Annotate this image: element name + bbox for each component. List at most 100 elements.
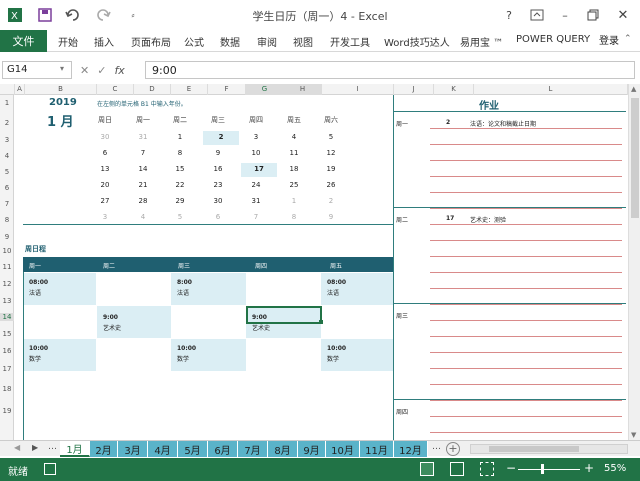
schedule-cell[interactable]: 10:00 数学	[23, 339, 96, 371]
row-header[interactable]: 13	[0, 297, 14, 305]
calendar-day[interactable]: 1	[279, 195, 309, 209]
column-header[interactable]: L	[474, 84, 628, 95]
calendar-day[interactable]: 11	[279, 147, 309, 161]
tab-more-icon[interactable]: …	[432, 442, 441, 452]
vertical-scrollbar[interactable]: ▲ ▼	[628, 84, 640, 440]
row-header[interactable]: 5	[0, 168, 14, 176]
page-break-view-icon[interactable]	[480, 462, 494, 476]
calendar-day[interactable]: 28	[128, 195, 158, 209]
page-layout-view-icon[interactable]	[450, 462, 464, 476]
sheet-tab-jul[interactable]: 7月	[238, 441, 268, 457]
close-icon[interactable]: ✕	[614, 6, 632, 24]
calendar-day[interactable]: 2	[203, 131, 239, 145]
horizontal-scrollbar[interactable]	[470, 444, 628, 454]
scroll-up-icon[interactable]: ▲	[631, 85, 636, 93]
sheet-tab-oct[interactable]: 10月	[326, 441, 360, 457]
row-header[interactable]: 15	[0, 330, 14, 338]
calendar-day[interactable]: 3	[241, 131, 271, 145]
row-header[interactable]: 14	[0, 313, 14, 321]
column-header[interactable]: C	[97, 84, 134, 95]
calendar-day[interactable]: 9	[316, 211, 346, 225]
sheet-tab-aug[interactable]: 8月	[268, 441, 298, 457]
calendar-day[interactable]: 31	[241, 195, 271, 209]
homework-note[interactable]: 法语：论文和稿截止日期	[470, 119, 536, 128]
macro-record-icon[interactable]	[44, 463, 56, 475]
insert-function-icon[interactable]: fx	[114, 64, 124, 77]
tab-page-layout[interactable]: 页面布局	[131, 34, 171, 49]
name-box-dropdown-icon[interactable]: ▾	[60, 64, 64, 73]
tab-easy-tool[interactable]: 易用宝 ™	[460, 34, 503, 49]
calendar-day[interactable]: 10	[241, 147, 271, 161]
calendar-day[interactable]: 1	[165, 131, 195, 145]
calendar-day[interactable]: 5	[316, 131, 346, 145]
schedule-cell[interactable]: 9:00 艺术史	[97, 306, 171, 338]
column-header[interactable]: D	[134, 84, 171, 95]
minimize-icon[interactable]: –	[556, 6, 574, 24]
sheet-tab-feb[interactable]: 2月	[90, 441, 118, 457]
row-header[interactable]: 6	[0, 184, 14, 192]
sheet-tab-may[interactable]: 5月	[178, 441, 208, 457]
tab-data[interactable]: 数据	[220, 34, 240, 49]
row-header[interactable]: 7	[0, 200, 14, 208]
calendar-day[interactable]: 25	[279, 179, 309, 193]
restore-icon[interactable]	[584, 6, 602, 24]
scroll-thumb[interactable]	[489, 446, 579, 452]
sheet-tab-sep[interactable]: 9月	[298, 441, 326, 457]
schedule-cell[interactable]: 08:00 法语	[23, 273, 96, 305]
calendar-day[interactable]: 5	[165, 211, 195, 225]
column-header[interactable]: E	[171, 84, 208, 95]
sheet-tab-jun[interactable]: 6月	[208, 441, 238, 457]
homework-note[interactable]: 艺术史：测验	[470, 215, 506, 224]
calendar-day[interactable]: 7	[128, 147, 158, 161]
calendar-day[interactable]: 30	[203, 195, 233, 209]
column-header[interactable]: G	[246, 84, 284, 95]
row-header[interactable]: 11	[0, 263, 14, 271]
new-sheet-icon[interactable]: +	[446, 442, 460, 456]
tab-developer[interactable]: 开发工具	[330, 34, 370, 49]
enter-icon[interactable]: ✓	[97, 64, 106, 77]
sheet-tab-mar[interactable]: 3月	[118, 441, 148, 457]
calendar-day[interactable]: 8	[165, 147, 195, 161]
calendar-day[interactable]: 13	[90, 163, 120, 177]
zoom-level[interactable]: 55%	[604, 463, 626, 474]
calendar-day[interactable]: 9	[203, 147, 233, 161]
schedule-cell[interactable]: 10:00 数学	[171, 339, 246, 371]
calendar-day[interactable]: 8	[279, 211, 309, 225]
calendar-day[interactable]: 18	[279, 163, 309, 177]
schedule-cell[interactable]: 8:00 法语	[171, 273, 246, 305]
sheet-tab-nov[interactable]: 11月	[360, 441, 394, 457]
formula-input[interactable]: 9:00	[145, 61, 635, 79]
calendar-day[interactable]: 29	[165, 195, 195, 209]
calendar-day[interactable]: 3	[90, 211, 120, 225]
calendar-day[interactable]: 17	[241, 163, 277, 177]
tab-formulas[interactable]: 公式	[184, 34, 204, 49]
calendar-day[interactable]: 27	[90, 195, 120, 209]
row-header[interactable]: 16	[0, 347, 14, 355]
calendar-day[interactable]: 7	[241, 211, 271, 225]
calendar-day[interactable]: 4	[279, 131, 309, 145]
calendar-day[interactable]: 31	[128, 131, 158, 145]
tab-review[interactable]: 审阅	[257, 34, 277, 49]
help-icon[interactable]: ?	[500, 6, 518, 24]
select-all-corner[interactable]	[0, 84, 15, 95]
schedule-cell[interactable]: 10:00 数学	[321, 339, 393, 371]
calendar-day[interactable]: 16	[203, 163, 233, 177]
collapse-ribbon-icon[interactable]: ⌃	[624, 34, 632, 44]
file-tab[interactable]: 文件	[0, 30, 47, 52]
tab-prev-icon[interactable]: ◀	[14, 443, 20, 452]
login-link[interactable]: 登录	[599, 32, 619, 47]
cancel-icon[interactable]: ✕	[80, 64, 89, 77]
zoom-slider[interactable]	[518, 469, 580, 470]
tab-next-icon[interactable]: ▶	[32, 443, 38, 452]
tab-home[interactable]: 开始	[58, 34, 78, 49]
column-header[interactable]: K	[434, 84, 474, 95]
worksheet-grid[interactable]: 2019 在左侧的单元格 B1 中输入年份。 1 月 周日 周一 周二 周三 周四 周五周…	[15, 95, 626, 440]
calendar-day[interactable]: 4	[128, 211, 158, 225]
calendar-day[interactable]: 30	[90, 131, 120, 145]
row-header[interactable]: 12	[0, 280, 14, 288]
zoom-slider-thumb[interactable]	[541, 464, 544, 474]
tab-power-query[interactable]: POWER QUERY	[516, 34, 590, 45]
calendar-day[interactable]: 26	[316, 179, 346, 193]
column-header[interactable]: B	[25, 84, 97, 95]
tab-view[interactable]: 视图	[293, 34, 313, 49]
